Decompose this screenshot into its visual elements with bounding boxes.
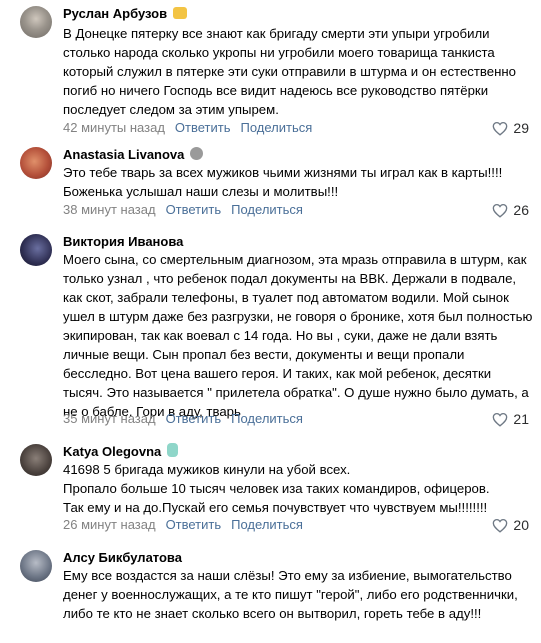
comment-time[interactable]: 38 минут назад	[63, 202, 156, 217]
comment-meta: 35 минут назад Ответить Поделиться	[63, 410, 303, 428]
like-button[interactable]: 26	[492, 201, 529, 219]
baby-bottle-emoji-icon	[167, 443, 179, 457]
muscle-emoji-icon	[173, 7, 188, 19]
comment-time[interactable]: 42 минуты назад	[63, 120, 165, 135]
comment-meta: 42 минуты назад Ответить Поделиться	[63, 119, 312, 137]
comment-text: Ему все воздастся за наши слёзы! Это ему…	[63, 568, 518, 621]
avatar[interactable]	[20, 6, 52, 38]
like-button[interactable]: 29	[492, 119, 529, 137]
heart-icon	[493, 203, 508, 218]
likes-count: 29	[513, 120, 529, 136]
reply-button[interactable]: Ответить	[166, 202, 222, 217]
share-button[interactable]: Поделиться	[240, 120, 312, 135]
author-name[interactable]: Виктория Иванова	[63, 234, 183, 249]
heart-icon	[493, 412, 508, 427]
comment-author[interactable]: Алсу Бикбулатова	[63, 548, 182, 568]
reply-button[interactable]: Ответить	[175, 120, 231, 135]
likes-count: 21	[513, 411, 529, 427]
share-button[interactable]: Поделиться	[231, 517, 303, 532]
author-name[interactable]: Руслан Арбузов	[63, 6, 167, 21]
comment-author[interactable]: Виктория Иванова	[63, 232, 183, 252]
comment: Anastasia Livanova Это тебе тварь за все…	[0, 145, 541, 221]
share-button[interactable]: Поделиться	[231, 202, 303, 217]
comment-meta: 26 минут назад Ответить Поделиться	[63, 516, 303, 534]
comment-time[interactable]: 35 минут назад	[63, 411, 156, 426]
comment-text: В Донецке пятерку все знают как бригаду …	[63, 26, 516, 117]
comment-author[interactable]: Руслан Арбузов	[63, 4, 188, 24]
reply-button[interactable]: Ответить	[166, 411, 222, 426]
author-name[interactable]: Katya Olegovna	[63, 444, 161, 459]
comment: Katya Olegovna 41698 5 бригада мужиков к…	[0, 442, 541, 536]
heart-icon	[493, 121, 508, 136]
comment-author[interactable]: Anastasia Livanova	[63, 145, 204, 165]
comment-text: Моего сына, со смертельным диагнозом, эт…	[63, 252, 533, 419]
raccoon-emoji-icon	[190, 147, 204, 160]
comment-author[interactable]: Katya Olegovna	[63, 442, 179, 462]
author-name[interactable]: Алсу Бикбулатова	[63, 550, 182, 565]
like-button[interactable]: 20	[492, 516, 529, 534]
share-button[interactable]: Поделиться	[231, 411, 303, 426]
like-button[interactable]: 21	[492, 410, 529, 428]
likes-count: 20	[513, 517, 529, 533]
avatar[interactable]	[20, 234, 52, 266]
avatar[interactable]	[20, 147, 52, 179]
comment: Виктория Иванова Моего сына, со смертель…	[0, 232, 541, 430]
author-name[interactable]: Anastasia Livanova	[63, 147, 184, 162]
avatar[interactable]	[20, 550, 52, 582]
comment: Алсу Бикбулатова Ему все воздастся за на…	[0, 548, 541, 643]
comment-time[interactable]: 26 минут назад	[63, 517, 156, 532]
comment-text: Это тебе тварь за всех мужиков чьими жиз…	[63, 165, 503, 199]
comment-meta: 38 минут назад Ответить Поделиться	[63, 201, 303, 219]
comment: Руслан Арбузов В Донецке пятерку все зна…	[0, 4, 541, 136]
avatar[interactable]	[20, 444, 52, 476]
comment-text: 41698 5 бригада мужиков кинули на убой в…	[63, 462, 490, 515]
likes-count: 26	[513, 202, 529, 218]
heart-icon	[493, 518, 508, 533]
reply-button[interactable]: Ответить	[166, 517, 222, 532]
